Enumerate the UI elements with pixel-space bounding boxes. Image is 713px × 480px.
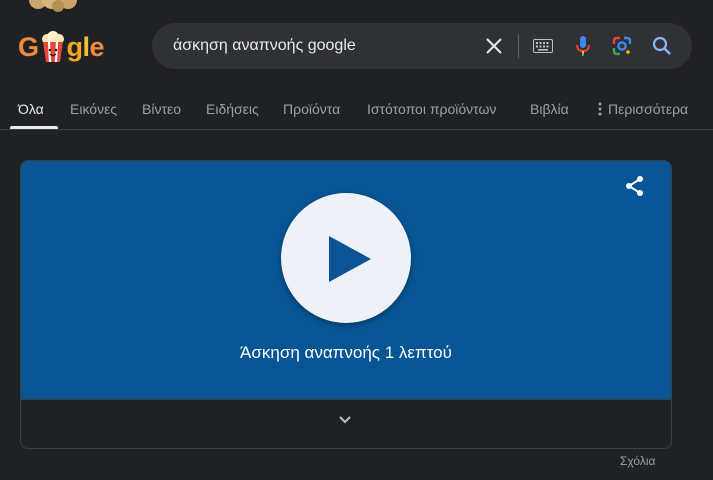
tab-images[interactable]: Εικόνες bbox=[70, 101, 117, 117]
tab-books[interactable]: Βιβλία bbox=[530, 101, 569, 117]
tab-products[interactable]: Προϊόντα bbox=[283, 101, 340, 117]
microphone-icon[interactable] bbox=[571, 34, 595, 58]
logo-letter: g bbox=[66, 31, 84, 62]
tab-more-label: Περισσότερα bbox=[608, 101, 689, 117]
exercise-title: Άσκηση αναπνοής 1 λεπτού bbox=[240, 343, 452, 362]
tab-more[interactable]: Περισσότερα bbox=[598, 101, 688, 117]
tab-product-sites[interactable]: Ιστότοποι προϊόντων bbox=[367, 101, 496, 117]
tab-videos[interactable]: Βίντεο bbox=[142, 101, 181, 117]
play-button[interactable] bbox=[281, 193, 411, 323]
tab-all[interactable]: Όλα bbox=[18, 101, 44, 117]
logo-letter: l bbox=[82, 31, 91, 62]
more-vert-icon bbox=[598, 102, 602, 116]
google-lens-icon[interactable] bbox=[610, 34, 634, 58]
google-doodle-logo[interactable]: G g l e bbox=[18, 30, 105, 64]
logo-letter: G bbox=[18, 31, 39, 62]
breathing-exercise-card: Άσκηση αναπνοής 1 λεπτού bbox=[20, 160, 672, 449]
doodle-decoration-icon bbox=[29, 0, 77, 12]
search-divider bbox=[518, 34, 519, 58]
search-box[interactable]: άσκηση αναπνοής google bbox=[152, 23, 692, 69]
video-panel: Άσκηση αναπνοής 1 λεπτού bbox=[21, 161, 671, 399]
chevron-down-icon bbox=[339, 416, 351, 424]
expand-button[interactable] bbox=[21, 399, 671, 448]
search-tabs: Όλα Εικόνες Βίντεο Ειδήσεις Προϊόντα Ιστ… bbox=[0, 94, 713, 130]
search-input[interactable]: άσκηση αναπνοής google bbox=[173, 37, 356, 55]
popcorn-icon bbox=[41, 31, 64, 63]
close-icon[interactable] bbox=[482, 34, 506, 58]
logo-letter: e bbox=[89, 31, 105, 62]
tab-news[interactable]: Ειδήσεις bbox=[206, 101, 259, 117]
tabs-divider bbox=[0, 129, 713, 130]
feedback-link[interactable]: Σχόλια bbox=[620, 454, 655, 468]
share-icon[interactable] bbox=[623, 174, 647, 198]
play-icon bbox=[329, 236, 371, 282]
keyboard-icon[interactable] bbox=[531, 34, 555, 58]
search-icon[interactable] bbox=[650, 34, 674, 58]
